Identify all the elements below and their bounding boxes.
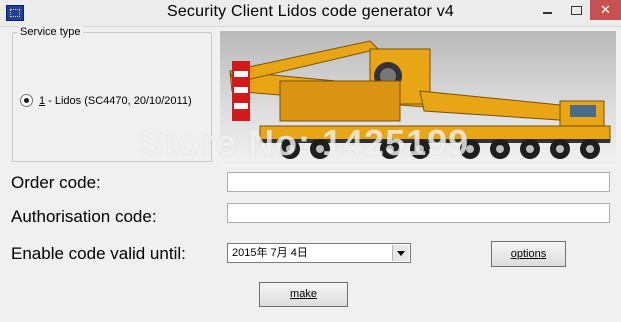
order-code-input[interactable] (227, 172, 610, 192)
radio-selected-icon[interactable] (20, 94, 33, 107)
options-button[interactable]: options (491, 241, 566, 267)
authorisation-code-input[interactable] (227, 203, 610, 223)
minimize-icon (542, 12, 552, 14)
store-watermark: Store No: 1425199 (140, 122, 470, 163)
close-button[interactable]: ✕ (590, 0, 621, 20)
valid-until-value: 2015年 7月 4日 (232, 247, 308, 259)
service-option-number: 1 (39, 94, 46, 107)
code-generator-window: Security Client Lidos code generator v4 … (0, 0, 621, 322)
title-bar: Security Client Lidos code generator v4 … (0, 0, 621, 27)
valid-until-date-picker[interactable]: 2015年 7月 4日 (227, 243, 411, 263)
close-icon: ✕ (600, 2, 611, 17)
chevron-down-icon[interactable] (392, 245, 409, 261)
order-code-label: Order code: (11, 173, 101, 192)
maximize-button[interactable] (563, 0, 589, 20)
make-button-label: make (290, 288, 317, 300)
valid-until-label: Enable code valid until: (11, 244, 186, 263)
window-title: Security Client Lidos code generator v4 (166, 3, 455, 20)
service-type-legend: Service type (18, 26, 83, 38)
authorisation-code-label: Authorisation code: (11, 207, 157, 226)
options-button-label: options (510, 248, 547, 260)
service-option-label: - Lidos (SC4470, 20/10/2011) (48, 94, 192, 107)
minimize-button[interactable] (533, 0, 561, 20)
service-option-lidos[interactable]: 1 - Lidos (SC4470, 20/10/2011) (20, 94, 192, 107)
make-button[interactable]: make (259, 282, 348, 307)
maximize-icon (570, 6, 582, 15)
